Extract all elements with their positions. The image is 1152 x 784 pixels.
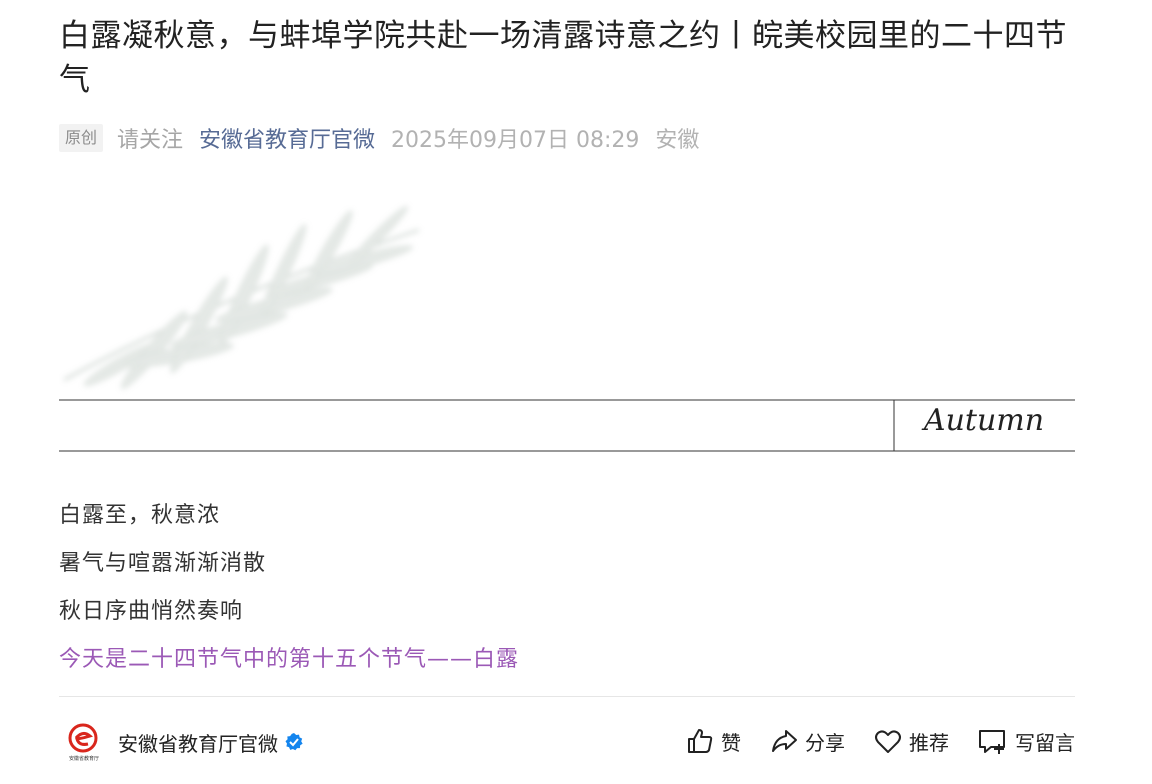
highlight-paragraph: 今天是二十四节气中的第十五个节气——白露 — [59, 647, 520, 672]
account-link[interactable]: 安徽省教育厅官微 — [199, 122, 375, 154]
publish-region: 安徽 — [655, 128, 700, 153]
account-name[interactable]: 安徽省教育厅官微 — [118, 728, 278, 757]
share-label: 分享 — [805, 730, 845, 755]
original-tag: 原创 — [59, 124, 104, 152]
divider — [59, 696, 1075, 697]
autumn-banner-image: Autumn — [59, 190, 1075, 452]
recommend-label: 推荐 — [909, 730, 949, 755]
article-body: 白露至，秋意浓 暑气与喧嚣渐渐消散 秋日序曲悄然奏响 今天是二十四节气中的第十五… — [59, 494, 1075, 686]
account-logo-icon: 安徽省教育厅 — [68, 723, 99, 762]
verified-check-icon — [285, 733, 303, 751]
bottom-action-bar: 安徽省教育厅 安徽省教育厅官微 赞 分享 推荐 写留言 — [0, 696, 1152, 784]
like-button[interactable]: 赞 — [685, 726, 741, 756]
like-label: 赞 — [721, 730, 741, 755]
comment-button[interactable]: 写留言 — [977, 726, 1075, 756]
leaf-banner-graphic: Autumn — [59, 205, 1075, 452]
paragraph: 暑气与喧嚣渐渐消散 — [59, 551, 267, 576]
follow-hint: 请关注 — [117, 128, 184, 153]
share-button[interactable]: 分享 — [769, 726, 845, 756]
article-meta: 原创 请关注 安徽省教育厅官微 2025年09月07日 08:29 安徽 — [59, 123, 699, 153]
article-actions: 赞 分享 推荐 写留言 — [657, 726, 1075, 756]
publish-date: 2025年09月07日 08:29 — [391, 128, 640, 153]
comment-plus-icon — [979, 730, 1005, 754]
banner-autumn-word: Autumn — [921, 403, 1044, 438]
account-logo[interactable]: 安徽省教育厅 — [64, 722, 104, 762]
account-profile[interactable]: 安徽省教育厅 安徽省教育厅官微 — [64, 722, 304, 762]
heart-icon — [875, 730, 901, 753]
recommend-button[interactable]: 推荐 — [873, 726, 949, 756]
share-arrow-icon — [772, 730, 797, 752]
article-title: 白露凝秋意，与蚌埠学院共赴一场清露诗意之约丨皖美校园里的二十四节气 — [59, 18, 1067, 98]
paragraph: 白露至，秋意浓 — [59, 503, 221, 528]
comment-label: 写留言 — [1015, 730, 1075, 755]
paragraph: 秋日序曲悄然奏响 — [59, 599, 244, 624]
thumbs-up-icon — [688, 729, 713, 753]
account-logo-caption: 安徽省教育厅 — [69, 755, 99, 762]
fern-leaf-graphic — [63, 205, 420, 390]
